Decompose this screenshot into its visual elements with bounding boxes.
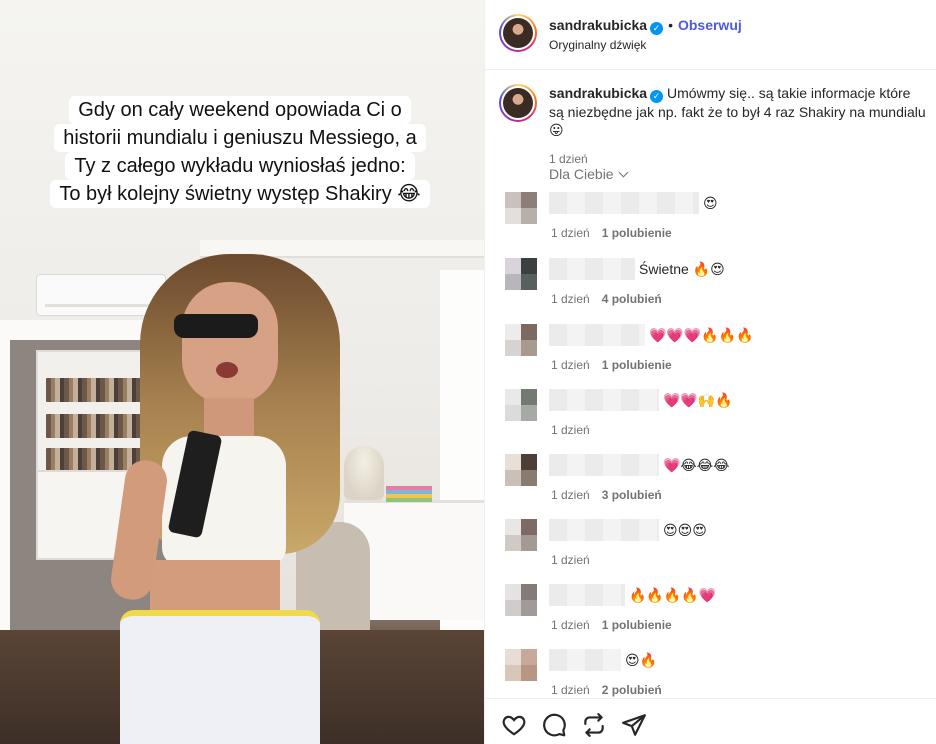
action-bar <box>485 698 936 744</box>
blurred-username[interactable] <box>549 258 635 280</box>
comment-bubble-icon[interactable] <box>541 712 567 738</box>
comment-item: 🔥🔥🔥🔥💗 1 dzień 1 polubienie <box>497 584 927 644</box>
comment-likes[interactable]: 4 polubień <box>602 292 662 306</box>
white-skirt <box>120 610 320 744</box>
verified-badge-icon: ✓ <box>650 90 664 103</box>
commenter-avatar[interactable] <box>505 324 537 356</box>
blurred-username[interactable] <box>549 649 621 671</box>
comment-meta: 1 dzień 2 polubień <box>551 683 662 697</box>
comment-text: 💗💗🙌🔥 <box>663 392 733 408</box>
comment-item: 💗💗💗🔥🔥🔥 1 dzień 1 polubienie <box>497 324 927 384</box>
verified-badge-icon: ✓ <box>650 22 664 35</box>
comment-text: 😍 <box>703 195 718 211</box>
author-username[interactable]: sandrakubicka <box>549 17 647 33</box>
commenter-avatar[interactable] <box>505 258 537 290</box>
comment-meta: 1 dzień 4 polubień <box>551 292 662 306</box>
comment-time[interactable]: 1 dzień <box>551 226 590 240</box>
blurred-username[interactable] <box>549 324 645 346</box>
blurred-username[interactable] <box>549 519 659 541</box>
comment-text: 😍🔥 <box>625 652 658 668</box>
blurred-username[interactable] <box>549 192 699 214</box>
comment-time[interactable]: 1 dzień <box>551 488 590 502</box>
video-player[interactable]: Gdy on cały weekend opowiada Ci o histor… <box>0 0 484 744</box>
comment-item: 😍 1 dzień 1 polubienie <box>497 192 927 252</box>
comment-item: 💗💗🙌🔥 1 dzień <box>497 389 927 449</box>
chevron-down-icon <box>618 167 629 178</box>
repost-icon[interactable] <box>581 712 607 738</box>
comment-meta: 1 dzień 1 polubienie <box>551 226 672 240</box>
comment-text: 🔥🔥🔥🔥💗 <box>629 587 717 603</box>
comment-likes[interactable]: 1 polubienie <box>602 226 672 240</box>
blurred-username[interactable] <box>549 389 659 411</box>
comment-likes[interactable]: 1 polubienie <box>602 358 672 372</box>
neck <box>204 398 254 438</box>
commenter-avatar[interactable] <box>505 192 537 224</box>
overlay-line: historii mundialu i geniuszu Messiego, a <box>54 124 426 152</box>
comments-sort-dropdown[interactable]: Dla Ciebie <box>549 166 629 182</box>
comment-text: Świetne 🔥😍 <box>639 261 725 277</box>
sort-label: Dla Ciebie <box>549 166 614 182</box>
separator-dot: • <box>668 17 673 33</box>
commenter-avatar[interactable] <box>505 649 537 681</box>
comment-meta: 1 dzień <box>551 423 590 437</box>
audio-link[interactable]: Oryginalny dźwięk <box>549 38 646 52</box>
video-text-overlay: Gdy on cały weekend opowiada Ci o histor… <box>24 96 456 208</box>
comment-item: Świetne 🔥😍 1 dzień 4 polubień <box>497 258 927 318</box>
face <box>182 282 278 404</box>
overlay-line: Gdy on cały weekend opowiada Ci o <box>69 96 411 124</box>
commenter-avatar[interactable] <box>505 519 537 551</box>
comment-meta: 1 dzień 1 polubienie <box>551 618 672 632</box>
commenter-avatar[interactable] <box>505 454 537 486</box>
sunglasses <box>174 314 258 338</box>
comment-time[interactable]: 1 dzień <box>551 683 590 697</box>
blurred-username[interactable] <box>549 584 625 606</box>
comment-likes[interactable]: 3 polubień <box>602 488 662 502</box>
overlay-line: To był kolejny świetny występ Shakiry 😂 <box>50 180 430 208</box>
mouth <box>216 362 238 378</box>
caption-username[interactable]: sandrakubicka <box>549 85 647 101</box>
comment-meta: 1 dzień <box>551 553 590 567</box>
author-avatar[interactable] <box>499 14 537 52</box>
follow-button[interactable]: Obserwuj <box>678 17 742 33</box>
post-panel: sandrakubicka ✓ • Obserwuj Oryginalny dźwię… <box>484 0 936 744</box>
comment-time[interactable]: 1 dzień <box>551 292 590 306</box>
comment-text: 😍😍😍 <box>663 522 707 538</box>
comment-time[interactable]: 1 dzień <box>551 423 590 437</box>
overlay-line: Ty z całego wykładu wyniosłaś jedno: <box>65 152 415 180</box>
comment-likes[interactable]: 1 polubienie <box>602 618 672 632</box>
blurred-username[interactable] <box>549 454 659 476</box>
comment-meta: 1 dzień 1 polubienie <box>551 358 672 372</box>
caption-body: sandrakubicka ✓ Umówmy się.. są takie inf… <box>549 84 929 168</box>
caption-avatar[interactable] <box>499 84 537 122</box>
comment-time[interactable]: 1 dzień <box>551 618 590 632</box>
comment-text: 💗💗💗🔥🔥🔥 <box>649 327 754 343</box>
comment-time[interactable]: 1 dzień <box>551 358 590 372</box>
heart-icon[interactable] <box>501 712 527 738</box>
commenter-avatar[interactable] <box>505 389 537 421</box>
comment-item: 😍😍😍 1 dzień <box>497 519 927 579</box>
post-header: sandrakubicka ✓ • Obserwuj Oryginalny dźwię… <box>485 0 936 70</box>
comment-item: 💗😂😂😂 1 dzień 3 polubień <box>497 454 927 514</box>
comment-meta: 1 dzień 3 polubień <box>551 488 662 502</box>
comment-likes[interactable]: 2 polubień <box>602 683 662 697</box>
paper-plane-icon[interactable] <box>621 712 647 738</box>
comment-time[interactable]: 1 dzień <box>551 553 590 567</box>
comment-text: 💗😂😂😂 <box>663 457 730 473</box>
commenter-avatar[interactable] <box>505 584 537 616</box>
